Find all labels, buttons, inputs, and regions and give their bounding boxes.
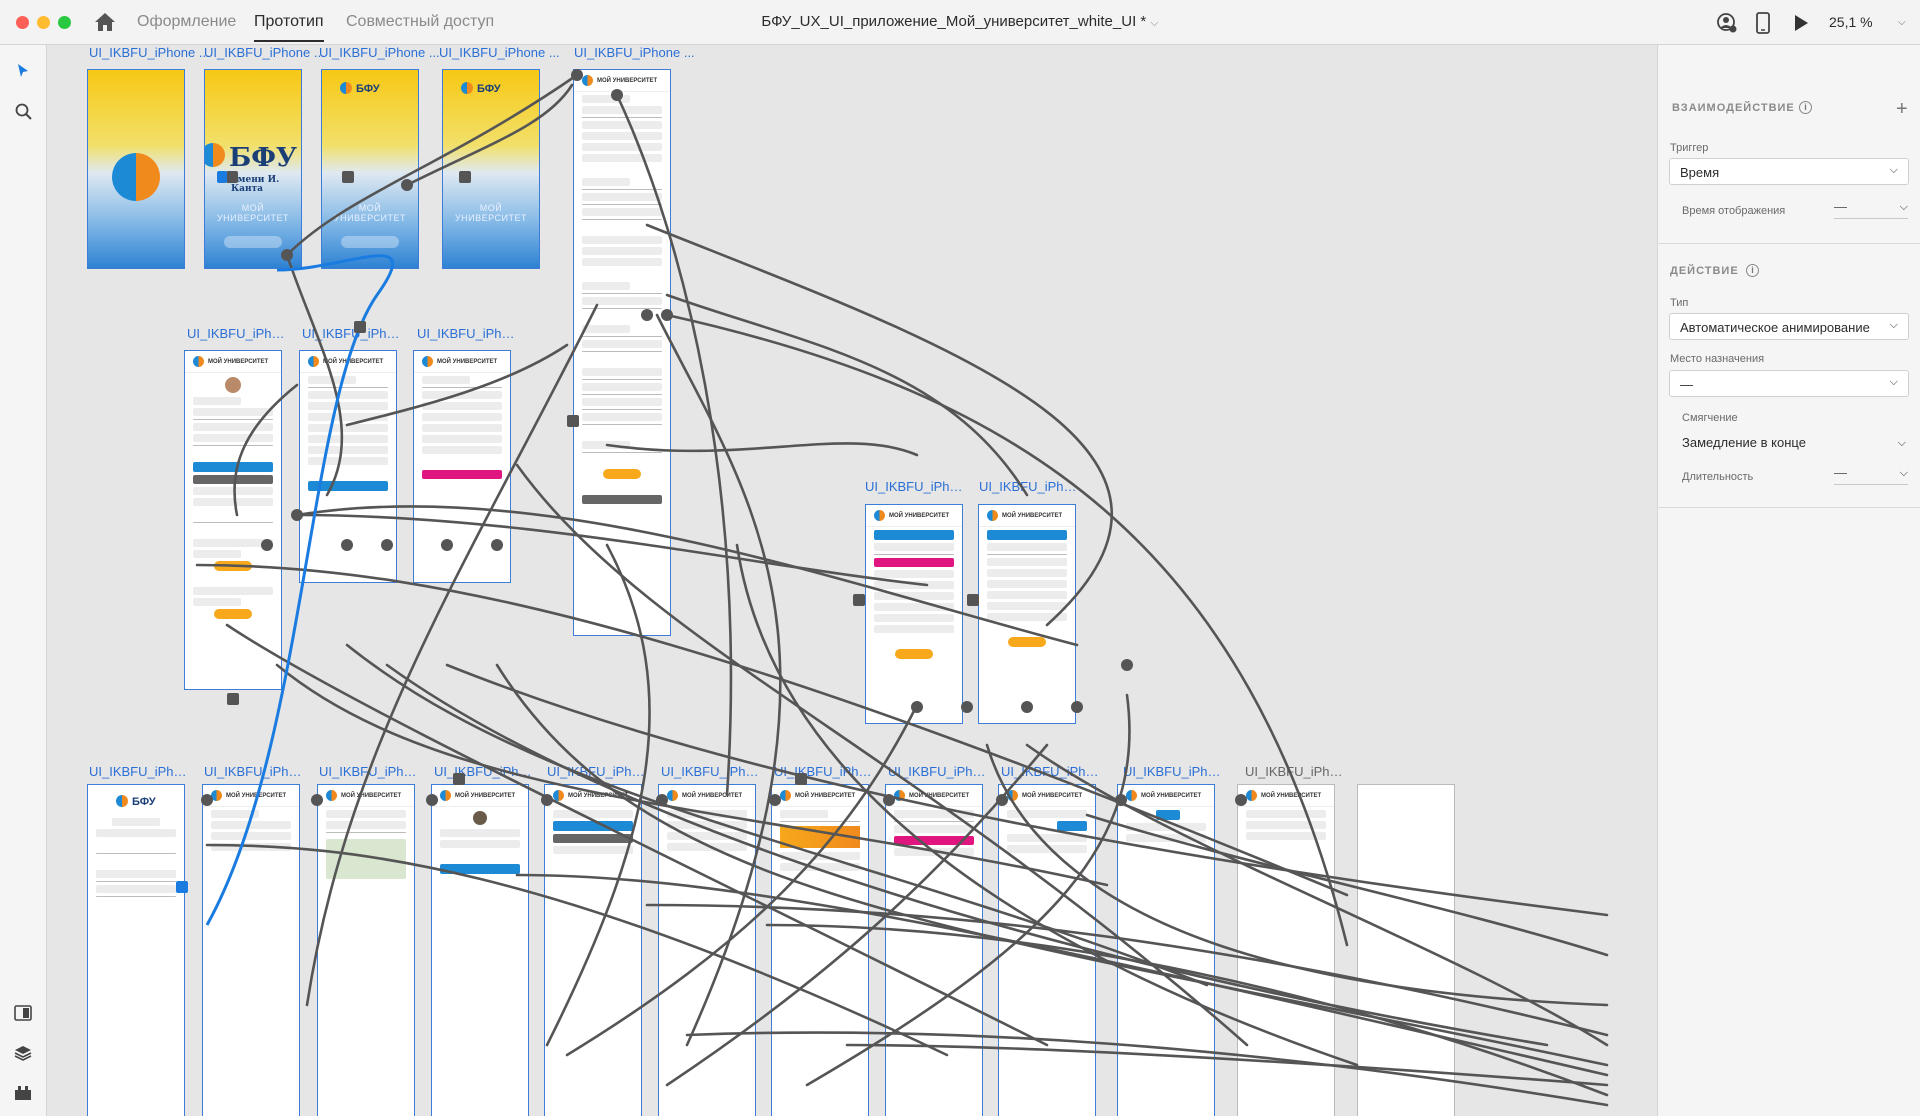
display-time-label: Время отображения	[1682, 205, 1786, 217]
document-title[interactable]: БФУ_UX_UI_приложение_Мой_университет_whi…	[761, 13, 1146, 30]
prototype-canvas[interactable]: UI_IKBFU_iPhone ... UI_IKBFU_iPhone ... …	[47, 45, 1657, 1116]
action-type-value: Автоматическое анимирование	[1680, 320, 1870, 335]
close-window-button[interactable]	[16, 16, 29, 29]
trigger-select[interactable]: Время ⌵	[1669, 158, 1909, 185]
type-label: Тип	[1670, 297, 1689, 309]
chevron-down-icon[interactable]: ⌵	[1150, 17, 1158, 29]
interaction-panel: ВЗАИМОДЕЙСТВИЕ i + Триггер Время ⌵ Время…	[1657, 45, 1920, 1116]
info-icon[interactable]: i	[1746, 264, 1759, 277]
destination-value: —	[1680, 377, 1693, 392]
minimize-window-button[interactable]	[37, 16, 50, 29]
select-tool-icon[interactable]	[16, 63, 30, 79]
chevron-down-icon: ⌵	[1889, 164, 1898, 176]
plugins-icon[interactable]	[13, 1084, 33, 1102]
user-account-icon[interactable]	[1716, 12, 1738, 34]
chevron-down-icon: ⌵	[1889, 319, 1898, 331]
easing-value: Замедление в конце	[1682, 435, 1806, 450]
destination-select[interactable]: — ⌵	[1669, 370, 1909, 397]
duration-value: —	[1834, 465, 1847, 480]
trigger-value: Время	[1680, 165, 1720, 180]
zoom-level[interactable]: 25,1 %	[1829, 14, 1873, 30]
chevron-down-icon: ⌵	[1897, 437, 1906, 449]
easing-select[interactable]: Замедление в конце ⌵	[1682, 435, 1906, 455]
layers-icon[interactable]	[13, 1044, 33, 1062]
display-time-field[interactable]: — ⌵	[1834, 199, 1908, 219]
action-title: ДЕЙСТВИЕ	[1670, 265, 1739, 277]
tab-share[interactable]: Совместный доступ	[346, 13, 494, 31]
duration-field[interactable]: — ⌵	[1834, 465, 1908, 485]
search-icon[interactable]	[15, 103, 33, 121]
trigger-label: Триггер	[1670, 142, 1709, 154]
section-divider	[1658, 243, 1920, 244]
zoom-window-button[interactable]	[58, 16, 71, 29]
chevron-down-icon: ⌵	[1889, 376, 1898, 388]
tab-prototype[interactable]: Прототип	[254, 13, 324, 42]
title-bar: Оформление Прототип Совместный доступ БФ…	[0, 0, 1920, 45]
add-interaction-icon[interactable]: +	[1896, 99, 1908, 119]
assets-panel-icon[interactable]	[13, 1004, 33, 1022]
info-icon[interactable]: i	[1799, 101, 1812, 114]
tool-rail	[0, 45, 47, 1116]
home-icon[interactable]	[93, 11, 117, 33]
tab-design[interactable]: Оформление	[137, 13, 236, 31]
play-icon[interactable]	[1793, 14, 1809, 32]
action-type-select[interactable]: Автоматическое анимирование ⌵	[1669, 313, 1909, 340]
device-preview-icon[interactable]	[1755, 12, 1771, 34]
easing-label: Смягчение	[1682, 412, 1738, 424]
tab-prototype-label: Прототип	[254, 13, 324, 30]
duration-label: Длительность	[1682, 471, 1754, 483]
section-divider	[1658, 507, 1920, 508]
destination-label: Место назначения	[1670, 353, 1765, 365]
prototype-wires[interactable]	[47, 45, 1657, 1116]
chevron-down-icon: ⌵	[1899, 467, 1908, 479]
interaction-title: ВЗАИМОДЕЙСТВИЕ	[1672, 102, 1795, 114]
active-tab-indicator	[254, 40, 324, 42]
zoom-chevron-icon[interactable]: ⌵	[1898, 17, 1906, 28]
display-time-value: —	[1834, 199, 1847, 214]
chevron-down-icon: ⌵	[1899, 201, 1908, 213]
